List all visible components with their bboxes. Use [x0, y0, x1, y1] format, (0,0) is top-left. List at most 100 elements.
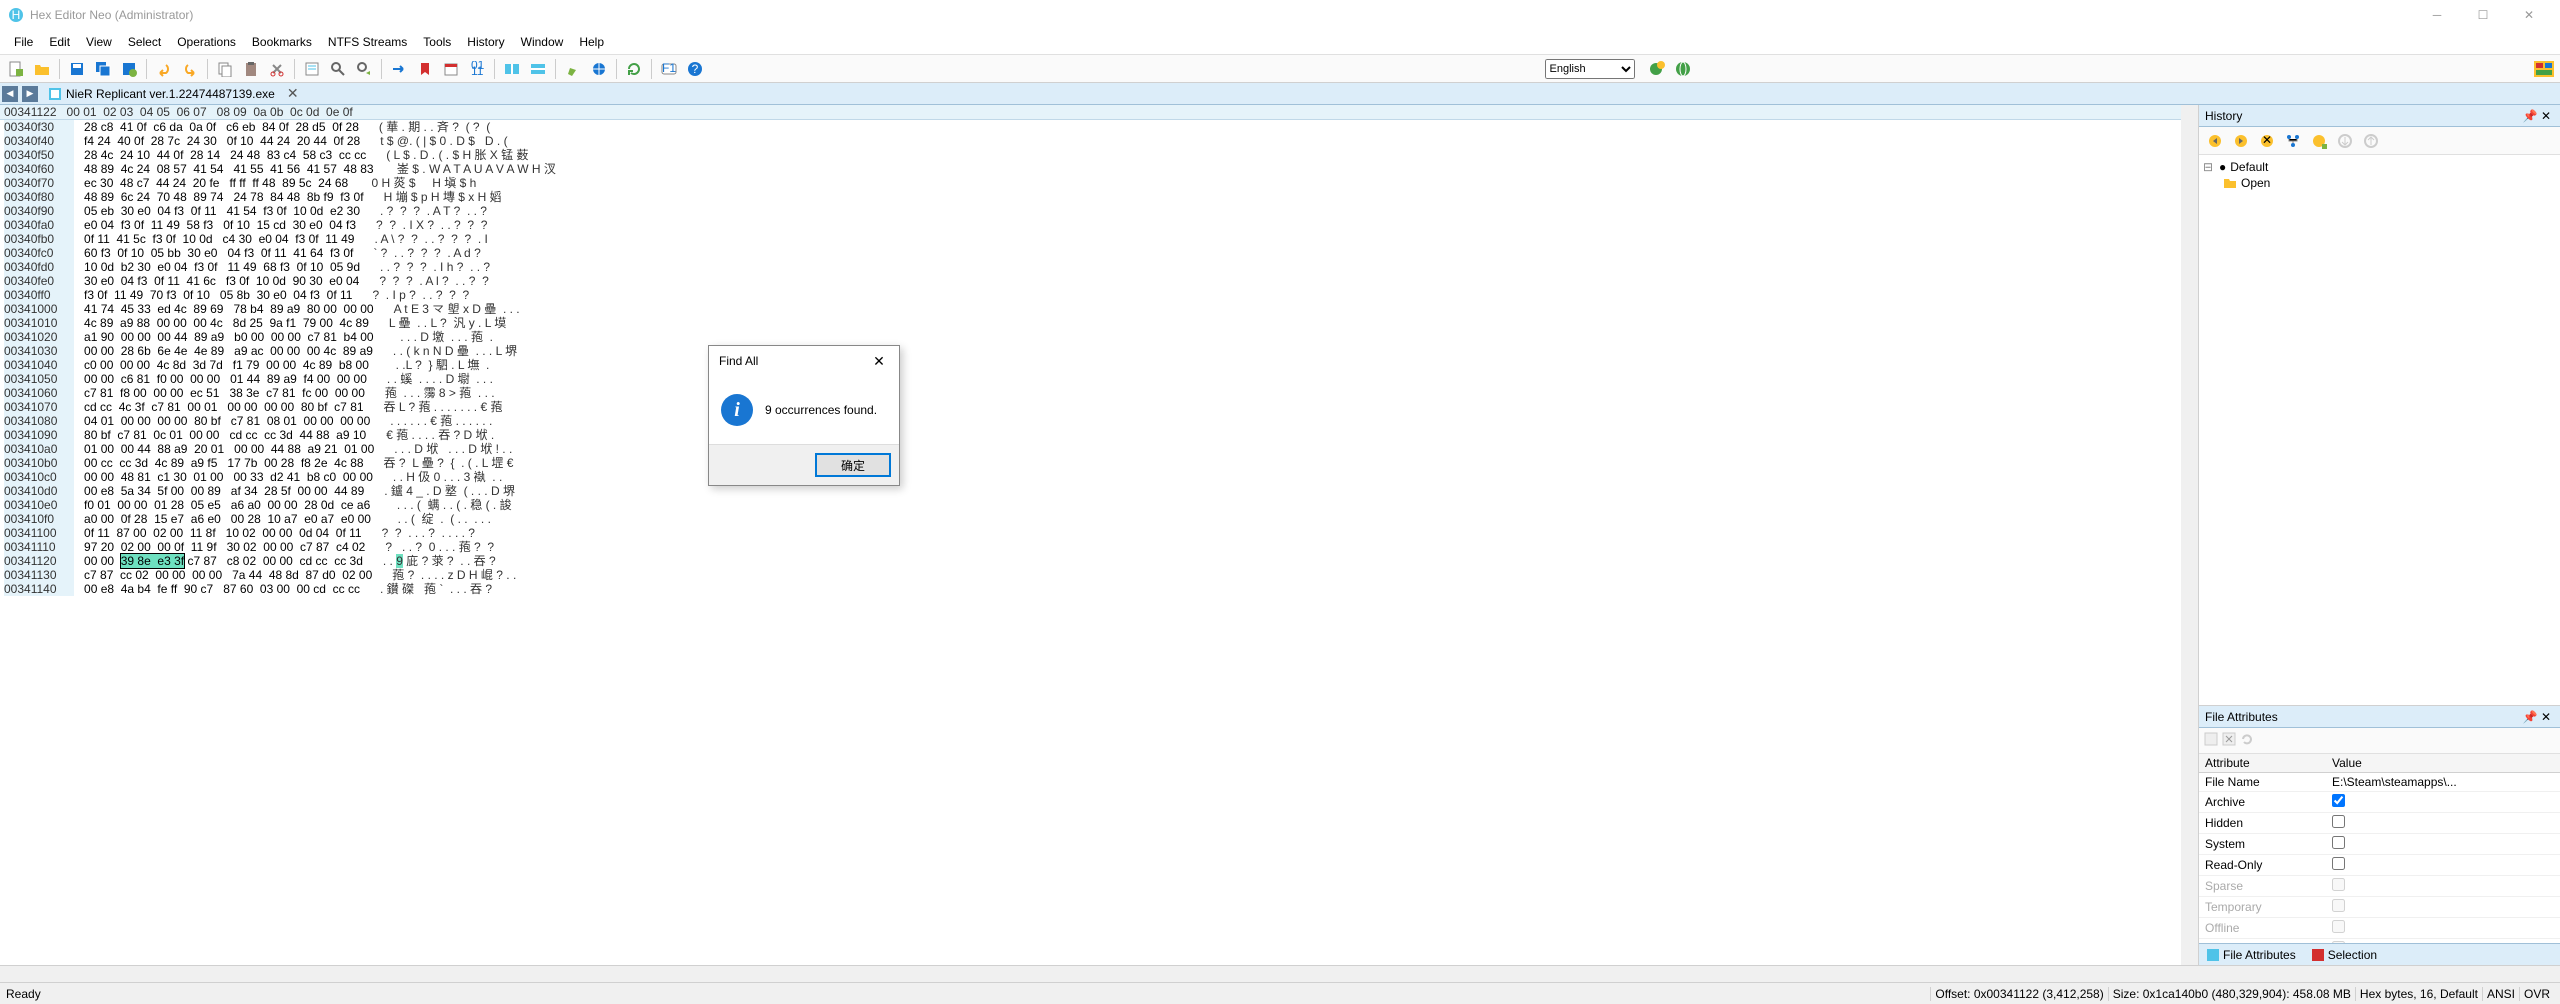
calendar-button[interactable] — [439, 57, 463, 81]
attr-header-value[interactable]: Value — [2326, 754, 2543, 773]
attribute-row[interactable]: Hidden — [2199, 813, 2560, 834]
attribute-row[interactable]: File NameE:\Steam\steamapps\... — [2199, 773, 2560, 792]
menu-bookmarks[interactable]: Bookmarks — [244, 32, 320, 52]
attr-header-name[interactable]: Attribute — [2199, 754, 2326, 773]
save-as-button[interactable] — [117, 57, 141, 81]
maximize-button[interactable]: ☐ — [2460, 0, 2506, 30]
menu-help[interactable]: Help — [571, 32, 612, 52]
tab-close-button[interactable]: ✕ — [287, 85, 299, 102]
hex-row[interactable]: 00341050 00 00 c6 81 f0 00 00 00 01 44 8… — [4, 372, 2194, 386]
attribute-checkbox[interactable] — [2332, 857, 2345, 870]
close-button[interactable]: ✕ — [2506, 0, 2552, 30]
history-redo-button[interactable] — [2229, 129, 2253, 153]
menu-window[interactable]: Window — [513, 32, 572, 52]
menu-select[interactable]: Select — [120, 32, 169, 52]
horizontal-scrollbar[interactable] — [0, 965, 2560, 982]
hex-row[interactable]: 00340f50 28 4c 24 10 44 0f 28 14 24 48 8… — [4, 148, 2194, 162]
attr-apply-button[interactable] — [2203, 731, 2219, 750]
history-child-node[interactable]: Open — [2203, 175, 2556, 191]
help-button[interactable]: ? — [683, 57, 707, 81]
hex-row[interactable]: 00341060 c7 81 f8 00 00 00 ec 51 38 3e c… — [4, 386, 2194, 400]
attribute-checkbox[interactable] — [2332, 836, 2345, 849]
highlight-button[interactable] — [561, 57, 585, 81]
hex-row[interactable]: 00340ff0 f3 0f 11 49 70 f3 0f 10 05 8b 3… — [4, 288, 2194, 302]
history-pin-button[interactable]: 📌 — [2522, 109, 2538, 123]
cut-button[interactable] — [265, 57, 289, 81]
split-h-button[interactable] — [500, 57, 524, 81]
document-tab[interactable]: NieR Replicant ver.1.22474487139.exe ✕ — [40, 83, 307, 104]
hex-row[interactable]: 00341090 80 bf c7 81 0c 01 00 00 cd cc c… — [4, 428, 2194, 442]
attr-refresh-button[interactable] — [2239, 731, 2255, 750]
hex-row[interactable]: 00340f40 f4 24 40 0f 28 7c 24 30 0f 10 4… — [4, 134, 2194, 148]
menu-view[interactable]: View — [78, 32, 120, 52]
hex-row[interactable]: 003410d0 00 e8 5a 34 5f 00 00 89 af 34 2… — [4, 484, 2194, 498]
menu-edit[interactable]: Edit — [41, 32, 78, 52]
hex-row[interactable]: 003410b0 00 cc cc 3d 4c 89 a9 f5 17 7b 0… — [4, 456, 2194, 470]
attribute-row[interactable]: System — [2199, 834, 2560, 855]
expand-icon[interactable]: ⊟ — [2203, 160, 2215, 174]
vertical-scrollbar[interactable] — [2181, 105, 2198, 965]
hex-row[interactable]: 00341140 00 e8 4a b4 fe ff 90 c7 87 60 0… — [4, 582, 2194, 596]
copy-button[interactable] — [213, 57, 237, 81]
network-button[interactable] — [587, 57, 611, 81]
hex-row[interactable]: 00340fe0 30 e0 04 f3 0f 11 41 6c f3 0f 1… — [4, 274, 2194, 288]
binary-button[interactable]: 0111 — [465, 57, 489, 81]
dialog-close-button[interactable]: ✕ — [869, 353, 889, 370]
hex-row[interactable]: 00341030 00 00 28 6b 6e 4e 4e 89 a9 ac 0… — [4, 344, 2194, 358]
hex-row[interactable]: 00341040 c0 00 00 00 4c 8d 3d 7d f1 79 0… — [4, 358, 2194, 372]
hex-row[interactable]: 00340fd0 10 0d b2 30 e0 04 f3 0f 11 49 6… — [4, 260, 2194, 274]
menu-tools[interactable]: Tools — [415, 32, 459, 52]
open-file-button[interactable] — [30, 57, 54, 81]
save-all-button[interactable] — [91, 57, 115, 81]
attr-reset-button[interactable] — [2221, 731, 2237, 750]
hex-row[interactable]: 003410f0 a0 00 0f 28 15 e7 a6 e0 00 28 1… — [4, 512, 2194, 526]
hex-row[interactable]: 00340fa0 e0 04 f3 0f 11 49 58 f3 0f 10 1… — [4, 218, 2194, 232]
menu-ntfs-streams[interactable]: NTFS Streams — [320, 32, 415, 52]
tab-next-button[interactable]: ▶ — [22, 86, 38, 102]
history-tree-button[interactable] — [2281, 129, 2305, 153]
minimize-button[interactable]: ─ — [2414, 0, 2460, 30]
hex-row[interactable]: 003410c0 00 00 48 81 c1 30 01 00 00 33 d… — [4, 470, 2194, 484]
properties-button[interactable] — [300, 57, 324, 81]
new-file-button[interactable] — [4, 57, 28, 81]
undo-button[interactable] — [152, 57, 176, 81]
attribute-row[interactable]: Sparse — [2199, 876, 2560, 897]
attribute-row[interactable]: Read-Only — [2199, 855, 2560, 876]
replace-button[interactable] — [352, 57, 376, 81]
hex-row[interactable]: 00341000 41 74 45 33 ed 4c 89 69 78 b4 8… — [4, 302, 2194, 316]
f1-help-button[interactable]: F1 — [657, 57, 681, 81]
history-export-button[interactable] — [2333, 129, 2357, 153]
history-close-button[interactable]: ✕ — [2538, 109, 2554, 123]
hex-row[interactable]: 003410e0 f0 01 00 00 01 28 05 e5 a6 a0 0… — [4, 498, 2194, 512]
attribute-row[interactable]: Offline — [2199, 918, 2560, 939]
dialog-ok-button[interactable]: 确定 — [815, 453, 891, 477]
layout-button[interactable] — [2532, 57, 2556, 81]
history-save-button[interactable] — [2307, 129, 2331, 153]
attributes-close-button[interactable]: ✕ — [2538, 710, 2554, 724]
bookmark-button[interactable] — [413, 57, 437, 81]
tab-selection[interactable]: Selection — [2304, 946, 2385, 964]
hex-row[interactable]: 00341080 04 01 00 00 00 00 80 bf c7 81 0… — [4, 414, 2194, 428]
hex-row[interactable]: 00341110 97 20 02 00 00 0f 11 9f 30 02 0… — [4, 540, 2194, 554]
attribute-checkbox[interactable] — [2332, 815, 2345, 828]
history-import-button[interactable] — [2359, 129, 2383, 153]
goto-button[interactable] — [387, 57, 411, 81]
hex-row[interactable]: 003410a0 01 00 00 44 88 a9 20 01 00 00 4… — [4, 442, 2194, 456]
hex-row[interactable]: 00341100 0f 11 87 00 02 00 11 8f 10 02 0… — [4, 526, 2194, 540]
tab-file-attributes[interactable]: File Attributes — [2199, 946, 2304, 964]
language-select[interactable]: English — [1545, 59, 1635, 79]
menu-operations[interactable]: Operations — [169, 32, 244, 52]
tab-prev-button[interactable]: ◀ — [2, 86, 18, 102]
attributes-pin-button[interactable]: 📌 — [2522, 710, 2538, 724]
attribute-row[interactable]: Archive — [2199, 792, 2560, 813]
hex-row[interactable]: 00340f80 48 89 6c 24 70 48 89 74 24 78 8… — [4, 190, 2194, 204]
find-button[interactable] — [326, 57, 350, 81]
split-v-button[interactable] — [526, 57, 550, 81]
hex-row[interactable]: 00340fb0 0f 11 41 5c f3 0f 10 0d c4 30 e… — [4, 232, 2194, 246]
hex-row[interactable]: 00341120 00 00 39 8e e3 3f c7 87 c8 02 0… — [4, 554, 2194, 568]
hex-row[interactable]: 00340f60 48 89 4c 24 08 57 41 54 41 55 4… — [4, 162, 2194, 176]
redo-button[interactable] — [178, 57, 202, 81]
history-tree[interactable]: ⊟ ● Default Open — [2199, 155, 2560, 705]
hex-row[interactable]: 00341070 cd cc 4c 3f c7 81 00 01 00 00 0… — [4, 400, 2194, 414]
hex-editor-pane[interactable]: 00341122 00 01 02 03 04 05 06 07 08 09 0… — [0, 105, 2198, 965]
